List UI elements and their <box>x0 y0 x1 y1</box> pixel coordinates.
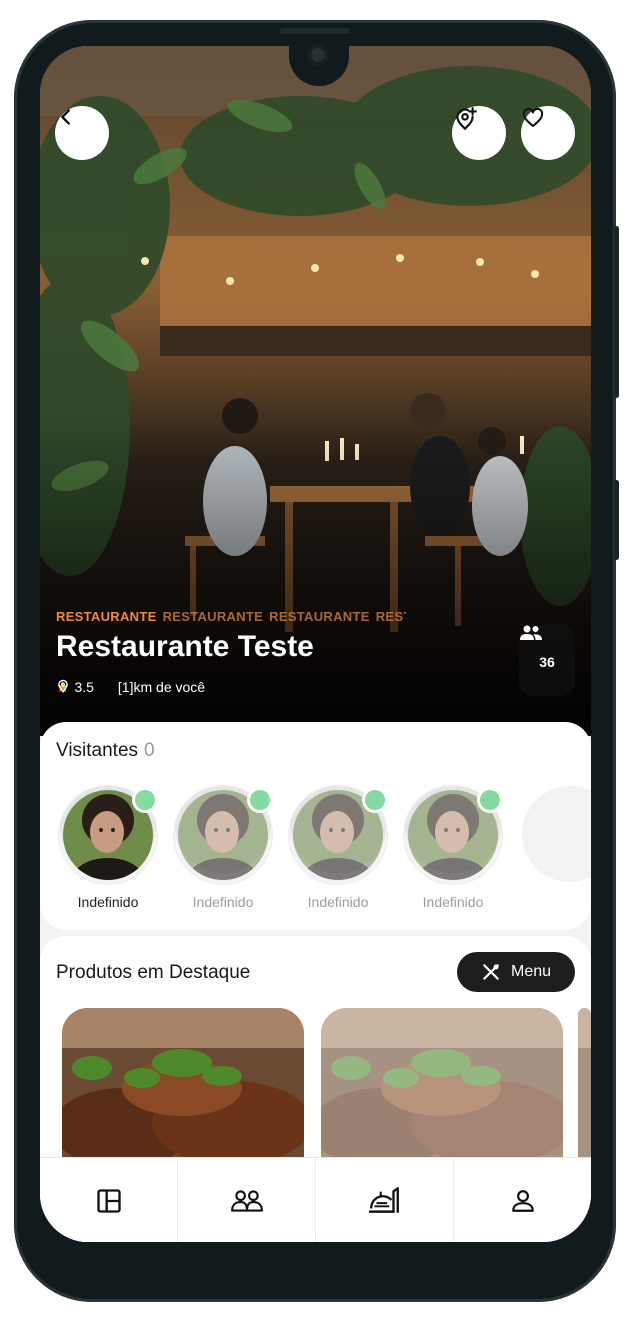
utensils-icon <box>481 962 501 982</box>
people-count: 36 <box>539 654 555 670</box>
chevron-left-icon <box>61 109 70 125</box>
visitor-item[interactable]: Indefinido <box>288 786 388 910</box>
category-tag: RESTAURANTE <box>162 609 264 624</box>
visitor-name: Indefinido <box>307 894 369 910</box>
product-image <box>62 1008 304 1168</box>
visitor-placeholder <box>522 786 591 882</box>
category-tag: RESTA <box>375 609 406 624</box>
products-title: Produtos em Destaque <box>56 962 251 983</box>
menu-label: Menu <box>510 963 552 980</box>
online-indicator <box>480 790 500 810</box>
avatar <box>59 786 157 884</box>
product-image <box>321 1008 563 1168</box>
restaurant-name: Restaurante Teste <box>56 630 314 663</box>
visitor-name: Indefinido <box>77 894 139 910</box>
camera-notch <box>289 26 349 86</box>
distance-text: [1]km de você <box>117 679 206 695</box>
bottom-navigation <box>40 1157 591 1242</box>
people-count-badge[interactable]: 36 <box>519 624 575 696</box>
layout-icon <box>96 1188 121 1213</box>
add-location-button[interactable] <box>452 106 506 160</box>
users-icon <box>230 1189 263 1212</box>
heart-icon <box>522 107 544 127</box>
visitors-card: Visitantes 0 Indefinido Indefinido Indef… <box>40 722 591 930</box>
category-tag: RESTAURANTE <box>269 609 370 624</box>
visitor-item[interactable]: Indefinido <box>58 786 158 910</box>
visitors-count: 0 <box>144 740 155 761</box>
visitor-name: Indefinido <box>422 894 484 910</box>
rating-value: 3.5 <box>74 679 94 695</box>
online-indicator <box>135 790 155 810</box>
avatar <box>174 786 272 884</box>
map-pin-plus-icon <box>456 107 477 130</box>
visitors-title: Visitantes <box>56 740 139 761</box>
category-tag: RESTAURANTE <box>56 609 157 624</box>
volume-button <box>614 226 619 398</box>
avatar <box>289 786 387 884</box>
camera-icon <box>307 44 329 66</box>
product-image <box>578 1008 591 1168</box>
users-icon <box>520 625 542 640</box>
restaurant-meta: ★ 3.5 [1]km de você <box>56 678 205 696</box>
nav-item-people[interactable] <box>178 1158 316 1242</box>
product-card[interactable] <box>321 1008 563 1168</box>
back-button[interactable] <box>55 106 109 160</box>
online-indicator <box>365 790 385 810</box>
visitor-item[interactable]: Indefinido <box>403 786 503 910</box>
menu-button[interactable]: Menu <box>457 952 575 992</box>
app-screen: RESTAURANTE RESTAURANTE RESTAURANTE RESTA R… <box>40 46 591 1242</box>
visitors-header: Visitantes 0 <box>56 740 155 762</box>
product-card[interactable] <box>578 1008 591 1168</box>
product-card[interactable] <box>62 1008 304 1168</box>
speaker-grille <box>280 28 350 34</box>
nav-item-profile[interactable] <box>454 1158 591 1242</box>
favorite-button[interactable] <box>521 106 575 160</box>
user-icon <box>511 1189 534 1212</box>
power-button <box>614 480 619 560</box>
avatar <box>404 786 502 884</box>
online-indicator <box>250 790 270 810</box>
visitor-name: Indefinido <box>192 894 254 910</box>
visitor-item[interactable]: Indefinido <box>173 786 273 910</box>
category-tags: RESTAURANTE RESTAURANTE RESTAURANTE RESTA <box>56 609 406 624</box>
food-tray-icon <box>368 1186 399 1213</box>
nav-item-overview[interactable] <box>40 1158 178 1242</box>
restaurant-hero-image: RESTAURANTE RESTAURANTE RESTAURANTE RESTA R… <box>40 46 591 736</box>
nav-item-food[interactable] <box>316 1158 454 1242</box>
